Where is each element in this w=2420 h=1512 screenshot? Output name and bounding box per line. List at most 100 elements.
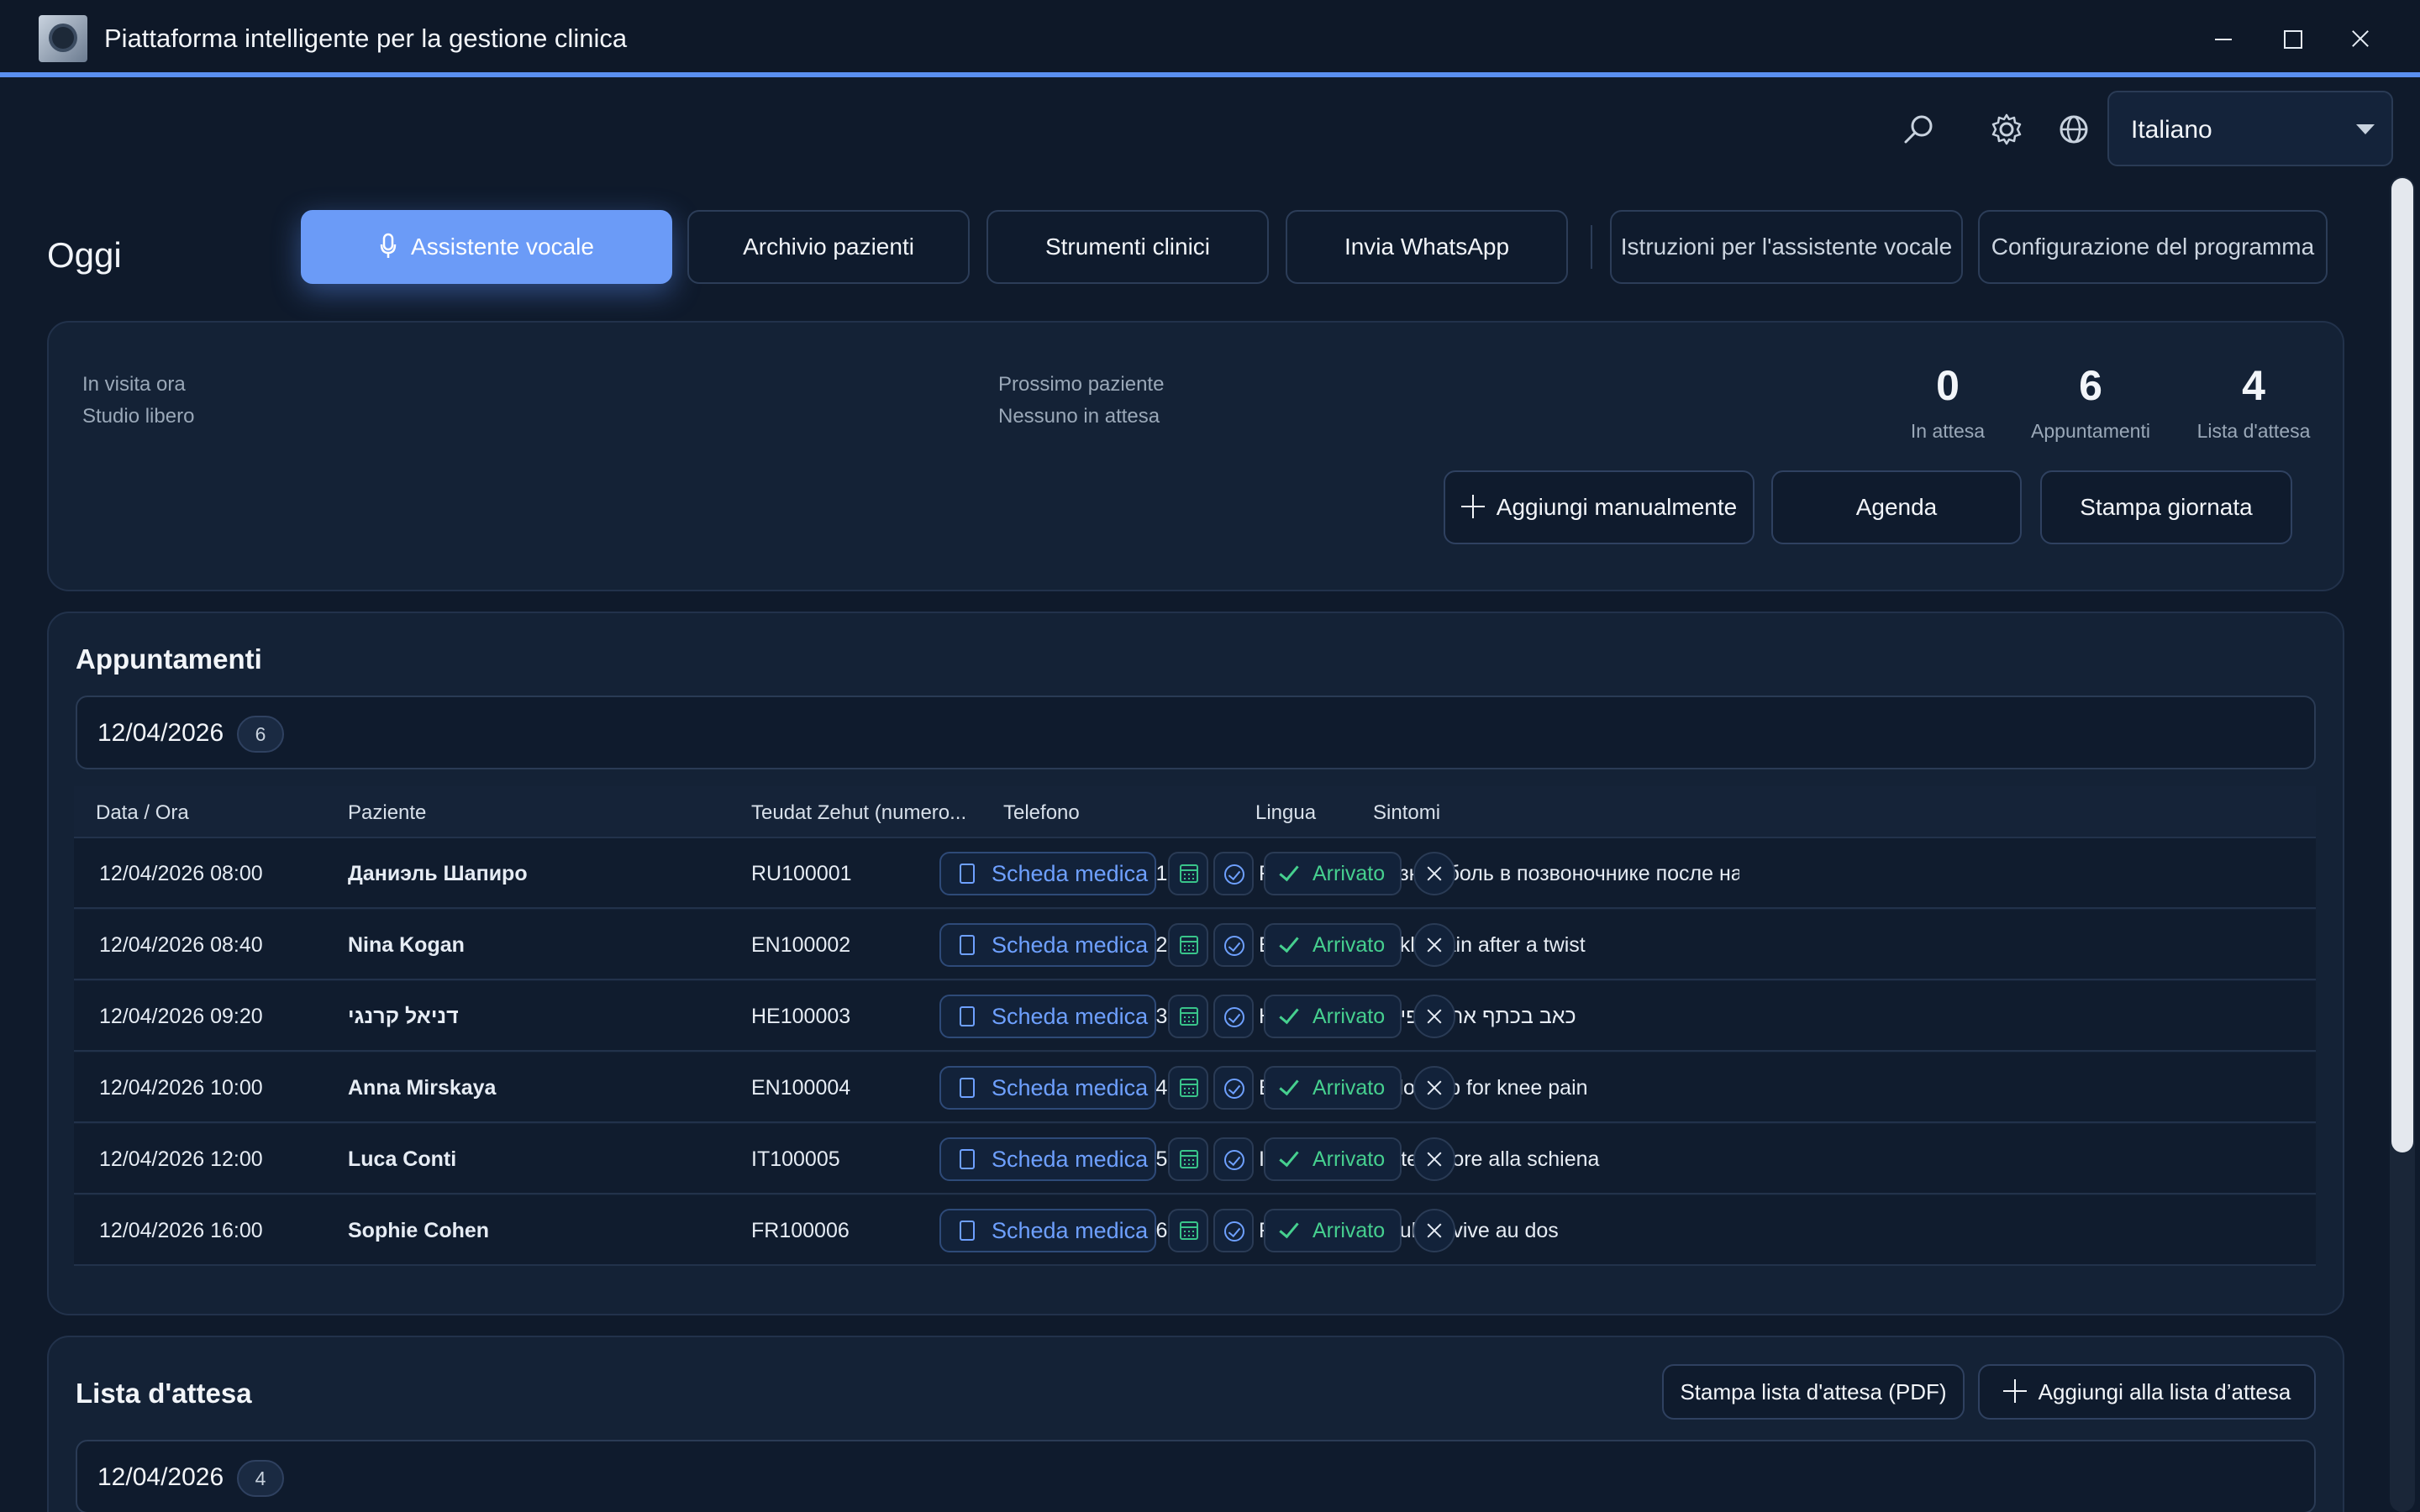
title-bar: Piattaforma intelligente per la gestione… [0, 0, 2420, 77]
gear-icon[interactable] [1988, 111, 2025, 148]
language-select[interactable]: Italiano [2107, 91, 2393, 166]
table-row[interactable]: 12/04/2026 10:00 Anna Mirskaya EN100004 … [74, 1053, 2316, 1123]
check-circle-icon [1224, 864, 1244, 885]
send-whatsapp-button[interactable]: Invia WhatsApp [1286, 210, 1568, 284]
remove-appointment-button[interactable] [1413, 1137, 1455, 1181]
document-icon [960, 1149, 975, 1169]
column-header-language[interactable]: Lingua [1255, 801, 1316, 825]
check-icon [1279, 932, 1299, 953]
document-icon [960, 935, 975, 955]
document-icon [960, 1221, 975, 1241]
document-icon [960, 864, 975, 884]
medical-record-label: Scheda medica [992, 932, 1149, 958]
arrived-button[interactable]: Arrivato [1264, 1137, 1402, 1181]
add-manual-label: Aggiungi manualmente [1496, 494, 1738, 520]
agenda-button[interactable]: Agenda [1771, 470, 2022, 544]
medical-record-button[interactable]: Scheda medica [939, 1209, 1156, 1252]
clinical-tools-button[interactable]: Strumenti clinici [986, 210, 1269, 284]
schedule-button[interactable] [1168, 1066, 1208, 1110]
arrived-button[interactable]: Arrivato [1264, 852, 1402, 895]
remove-appointment-button[interactable] [1413, 1066, 1455, 1110]
arrived-button[interactable]: Arrivato [1264, 1209, 1402, 1252]
table-row[interactable]: 12/04/2026 08:40 Nina Kogan EN100002 +97… [74, 910, 2316, 980]
assistant-instructions-button[interactable]: Istruzioni per l'assistente vocale [1610, 210, 1963, 284]
globe-icon[interactable] [2055, 111, 2092, 148]
cell-datetime: 12/04/2026 10:00 [99, 1076, 263, 1100]
confirm-button[interactable] [1213, 995, 1254, 1038]
close-icon[interactable] [2341, 18, 2381, 59]
scrollbar-thumb[interactable] [2391, 178, 2413, 1152]
cell-datetime: 12/04/2026 09:20 [99, 1005, 263, 1028]
medical-record-button[interactable]: Scheda medica [939, 923, 1156, 967]
in-visit-value: Studio libero [82, 405, 195, 428]
arrived-label: Arrivato [1313, 1147, 1386, 1171]
program-config-button[interactable]: Configurazione del programma [1978, 210, 2328, 284]
check-circle-icon [1224, 1150, 1244, 1170]
maximize-icon[interactable] [2272, 18, 2312, 59]
check-icon [1279, 1146, 1299, 1168]
patient-archive-button[interactable]: Archivio pazienti [687, 210, 970, 284]
search-icon[interactable] [1901, 111, 1938, 148]
confirm-button[interactable] [1213, 852, 1254, 895]
calendar-icon [1180, 864, 1198, 883]
confirm-button[interactable] [1213, 1066, 1254, 1110]
appointments-count-badge: 6 [237, 716, 284, 753]
column-header-datetime[interactable]: Data / Ora [96, 801, 189, 825]
cell-datetime: 12/04/2026 08:00 [99, 862, 263, 885]
schedule-button[interactable] [1168, 923, 1208, 967]
add-manual-button[interactable]: Aggiungi manualmente [1444, 470, 1754, 544]
cell-patient: Sophie Cohen [348, 1219, 490, 1242]
column-header-id[interactable]: Teudat Zehut (numero... [751, 801, 966, 825]
print-day-button[interactable]: Stampa giornata [2040, 470, 2292, 544]
minimize-icon[interactable] [2203, 18, 2244, 59]
table-row[interactable]: 12/04/2026 12:00 Luca Conti IT100005 +97… [74, 1124, 2316, 1194]
add-to-waitlist-label: Aggiungi alla lista d’attesa [2038, 1379, 2291, 1404]
table-row[interactable]: 12/04/2026 08:00 Даниэль Шапиро RU100001… [74, 838, 2316, 909]
schedule-button[interactable] [1168, 1209, 1208, 1252]
calendar-icon [1180, 1007, 1198, 1026]
remove-appointment-button[interactable] [1413, 995, 1455, 1038]
confirm-button[interactable] [1213, 1209, 1254, 1252]
schedule-button[interactable] [1168, 1137, 1208, 1181]
column-header-phone[interactable]: Telefono [1003, 801, 1080, 825]
medical-record-label: Scheda medica [992, 1004, 1149, 1029]
summary-card: In visita ora Studio libero Prossimo paz… [47, 321, 2344, 591]
voice-assistant-label: Assistente vocale [411, 234, 594, 260]
schedule-button[interactable] [1168, 852, 1208, 895]
page-title: Oggi [47, 235, 122, 275]
appointments-date-group[interactable]: 12/04/2026 6 [76, 696, 2316, 769]
arrived-label: Arrivato [1313, 862, 1386, 885]
voice-assistant-button[interactable]: Assistente vocale [301, 210, 672, 284]
check-icon [1279, 1003, 1299, 1025]
cell-patient: דניאל קרנגי [348, 1005, 459, 1028]
cell-patient: Даниэль Шапиро [348, 862, 528, 885]
appointments-date: 12/04/2026 [97, 719, 224, 747]
app-logo-icon [39, 15, 87, 62]
schedule-button[interactable] [1168, 995, 1208, 1038]
confirm-button[interactable] [1213, 1137, 1254, 1181]
arrived-button[interactable]: Arrivato [1264, 995, 1402, 1038]
remove-appointment-button[interactable] [1413, 1209, 1455, 1252]
medical-record-button[interactable]: Scheda medica [939, 1137, 1156, 1181]
table-row[interactable]: 12/04/2026 09:20 דניאל קרנגי HE100003 +9… [74, 981, 2316, 1052]
remove-appointment-button[interactable] [1413, 923, 1455, 967]
print-waitlist-pdf-button[interactable]: Stampa lista d'attesa (PDF) [1662, 1364, 1965, 1420]
calendar-icon [1180, 1221, 1198, 1240]
column-header-patient[interactable]: Paziente [348, 801, 426, 825]
table-row[interactable]: 12/04/2026 16:00 Sophie Cohen FR100006 +… [74, 1195, 2316, 1266]
arrived-label: Arrivato [1313, 1076, 1386, 1100]
arrived-label: Arrivato [1313, 1005, 1386, 1028]
confirm-button[interactable] [1213, 923, 1254, 967]
check-icon [1279, 860, 1299, 882]
medical-record-button[interactable]: Scheda medica [939, 852, 1156, 895]
medical-record-button[interactable]: Scheda medica [939, 1066, 1156, 1110]
remove-appointment-button[interactable] [1413, 852, 1455, 895]
window-title: Piattaforma intelligente per la gestione… [104, 24, 628, 53]
waitlist-date-group[interactable]: 12/04/2026 4 [76, 1440, 2316, 1512]
arrived-button[interactable]: Arrivato [1264, 923, 1402, 967]
column-header-symptoms[interactable]: Sintomi [1373, 801, 1440, 825]
add-to-waitlist-button[interactable]: Aggiungi alla lista d’attesa [1978, 1364, 2316, 1420]
arrived-button[interactable]: Arrivato [1264, 1066, 1402, 1110]
language-value: Italiano [2131, 116, 2212, 144]
medical-record-button[interactable]: Scheda medica [939, 995, 1156, 1038]
